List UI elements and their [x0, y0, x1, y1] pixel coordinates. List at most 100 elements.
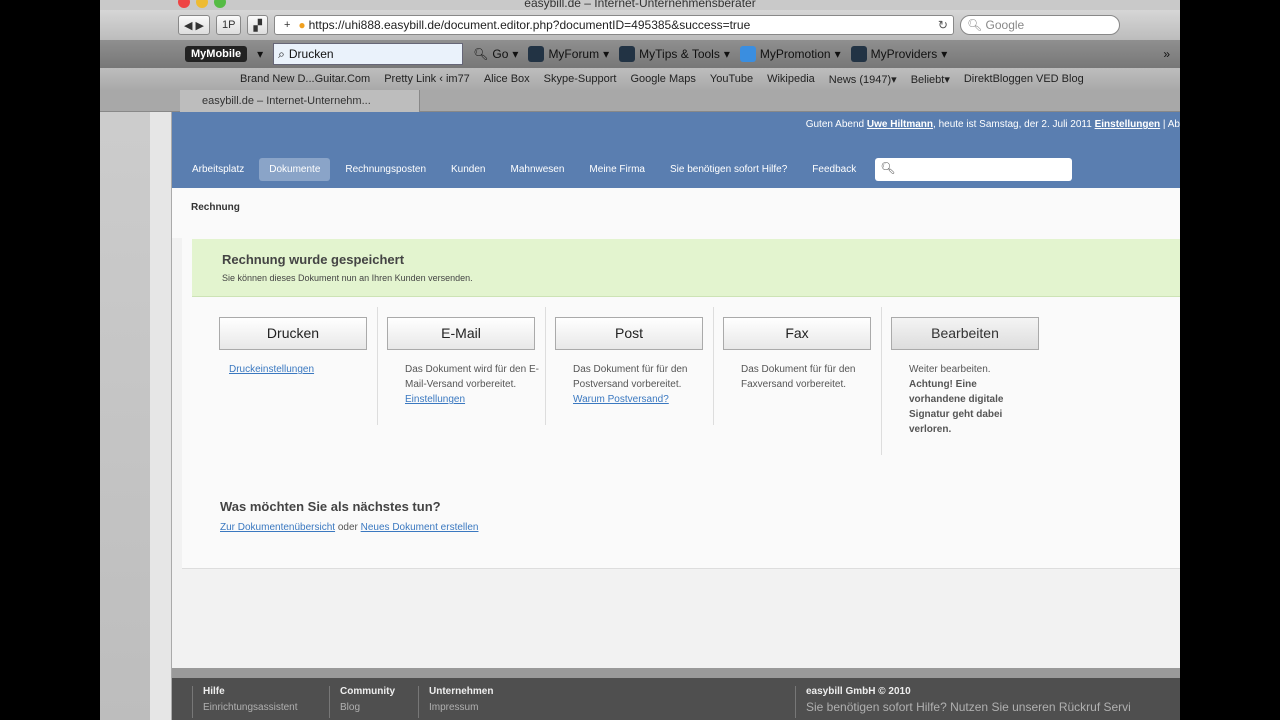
action-post: Post Das Dokument für für den Postversan… — [546, 307, 714, 425]
nav-mahnwesen[interactable]: Mahnwesen — [501, 158, 575, 181]
success-message: Rechnung wurde gespeichert Sie können di… — [192, 239, 1180, 297]
fax-description: Das Dokument für für den Faxversand vorb… — [741, 364, 856, 390]
footer-col-company: easybill GmbH © 2010 Sie benötigen sofort… — [795, 686, 1131, 718]
bookmark[interactable]: Beliebt▾ — [911, 73, 950, 86]
toolbar-search-input[interactable]: ⌕ Drucken — [273, 43, 464, 65]
action-email: E-Mail Das Dokument wird für den E-Mail-… — [378, 307, 546, 425]
label: MyProviders — [870, 47, 938, 61]
add-bookmark-icon[interactable]: + — [279, 16, 295, 34]
settings-link[interactable]: Einstellungen — [1095, 119, 1161, 130]
action-print: Drucken Druckeinstellungen — [192, 307, 378, 425]
site-search-input[interactable]: 🔍︎ — [875, 158, 1073, 181]
search-icon: 🔍︎ — [880, 161, 896, 175]
document-overview-link[interactable]: Zur Dokumentenübersicht — [220, 522, 335, 533]
bookmark[interactable]: Google Maps — [630, 73, 695, 85]
search-placeholder: Google — [985, 18, 1025, 32]
print-settings-link[interactable]: Druckeinstellungen — [229, 364, 314, 375]
go-button[interactable]: 🔍︎ Go ▾ — [473, 47, 518, 61]
toolbar-item-mypromotion[interactable]: MyPromotion ▾ — [739, 46, 841, 62]
search-icon: 🔍︎ — [966, 18, 983, 32]
nav-hilfe[interactable]: Sie benötigen sofort Hilfe? — [660, 158, 797, 181]
success-title: Rechnung wurde gespeichert — [222, 252, 405, 267]
email-settings-link[interactable]: Einstellungen — [405, 394, 465, 405]
bookmark[interactable]: News (1947)▾ — [829, 73, 897, 86]
post-button[interactable]: Post — [555, 317, 703, 350]
footer-title: Community — [340, 686, 395, 697]
chevron-down-icon[interactable]: ▾ — [257, 47, 263, 61]
mymobile-logo[interactable]: MyMobile — [185, 46, 248, 62]
more-icon[interactable]: » — [1163, 47, 1180, 61]
footer-title: Unternehmen — [429, 686, 494, 697]
screen: easybill.de – Internet-Unternehmensberat… — [100, 0, 1180, 720]
magnifier-icon: 🔍︎ — [473, 47, 489, 61]
why-post-link[interactable]: Warum Postversand? — [573, 394, 669, 405]
1password-button[interactable]: 1P — [216, 15, 242, 35]
nav-feedback[interactable]: Feedback — [802, 158, 866, 181]
forum-icon — [528, 46, 545, 62]
user-link[interactable]: Uwe Hiltmann — [867, 119, 933, 130]
tab-bar: easybill.de – Internet-Unternehm... — [100, 90, 1180, 112]
action-columns: Drucken Druckeinstellungen E-Mail Das Do… — [192, 307, 1049, 455]
window-titlebar: easybill.de – Internet-Unternehmensberat… — [100, 0, 1180, 10]
bookmark[interactable]: Alice Box — [484, 73, 530, 85]
nav-meine-firma[interactable]: Meine Firma — [579, 158, 655, 181]
addon-toolbar: MyMobile ▾ ⌕ Drucken 🔍︎ Go ▾ MyForum ▾ MyTi… — [100, 40, 1180, 68]
bookmark[interactable]: Pretty Link ‹ im77 — [384, 73, 470, 85]
tab-easybill[interactable]: easybill.de – Internet-Unternehm... — [180, 90, 420, 112]
tools-icon — [619, 46, 636, 62]
bookmark[interactable]: Brand New D...Guitar.Com — [240, 73, 370, 85]
footer-col-hilfe: Hilfe Einrichtungsassistent — [192, 686, 298, 718]
print-button[interactable]: Drucken — [219, 317, 367, 350]
toolbar-item-myproviders[interactable]: MyProviders ▾ — [850, 46, 947, 62]
forward-icon: ▶ — [195, 19, 204, 32]
toolbar-item-mytips[interactable]: MyTips & Tools ▾ — [619, 46, 730, 62]
main-nav: Arbeitsplatz Dokumente Rechnungsposten K… — [182, 158, 1073, 181]
logout-link[interactable]: | Ab — [1160, 119, 1180, 130]
email-button[interactable]: E-Mail — [387, 317, 535, 350]
address-bar[interactable]: + ● https://uhi888.easybill.de/document.… — [273, 15, 954, 35]
nav-arbeitsplatz[interactable]: Arbeitsplatz — [182, 158, 254, 181]
action-edit: Bearbeiten Weiter bearbeiten. Achtung! E… — [881, 307, 1049, 455]
nav-dokumente[interactable]: Dokumente — [259, 158, 331, 181]
fax-button[interactable]: Fax — [723, 317, 871, 350]
next-title: Was möchten Sie als nächstes tun? — [220, 499, 441, 514]
reload-icon[interactable]: ↻ — [938, 18, 953, 32]
url-text: https://uhi888.easybill.de/document.edit… — [308, 18, 751, 32]
footer-title: Hilfe — [203, 686, 225, 697]
site-header: Guten Abend Uwe Hiltmann, heute ist Sams… — [172, 112, 1180, 188]
window-title: easybill.de – Internet-Unternehmensberat… — [524, 0, 756, 10]
bookmarks-bar: Brand New D...Guitar.Com Pretty Link ‹ i… — [100, 68, 1180, 90]
sidebar-button[interactable]: ▞ — [247, 15, 268, 35]
label: MyForum — [548, 47, 600, 61]
toolbar-item-myforum[interactable]: MyForum ▾ — [528, 46, 609, 62]
browser-window: easybill.de – Internet-Unternehmensberat… — [100, 0, 1180, 720]
footer-link[interactable]: Einrichtungsassistent — [203, 701, 298, 714]
edit-button[interactable]: Bearbeiten — [891, 317, 1039, 350]
new-document-link[interactable]: Neues Dokument erstellen — [361, 522, 479, 533]
background-window — [150, 112, 172, 720]
bookmark[interactable]: Skype-Support — [544, 73, 617, 85]
google-search-input[interactable]: 🔍︎ Google — [959, 15, 1120, 35]
success-text: Sie können dieses Dokument nun an Ihren … — [222, 273, 473, 283]
close-button[interactable] — [178, 0, 190, 8]
footer-col-community: Community Blog — [329, 686, 395, 718]
edit-warning: Achtung! Eine vorhandene digitale Signat… — [909, 379, 1004, 435]
bookmark[interactable]: Wikipedia — [767, 73, 815, 85]
action-fax: Fax Das Dokument für für den Faxversand … — [714, 307, 882, 425]
minimize-button[interactable] — [196, 0, 208, 8]
bookmark[interactable]: DirektBloggen VED Blog — [964, 73, 1084, 85]
nav-kunden[interactable]: Kunden — [441, 158, 495, 181]
folder-icon — [739, 46, 756, 62]
post-description: Das Dokument für für den Postversand vor… — [573, 364, 688, 390]
zoom-button[interactable] — [214, 0, 226, 8]
footer-callback-text: Sie benötigen sofort Hilfe? Nutzen Sie u… — [806, 700, 1131, 714]
back-button[interactable]: ◀ ▶ — [178, 15, 210, 35]
next-steps: Was möchten Sie als nächstes tun? Zur Do… — [220, 499, 478, 533]
bookmark[interactable]: YouTube — [710, 73, 753, 85]
footer-title: easybill GmbH © 2010 — [806, 686, 911, 697]
search-icon: ⌕ — [278, 46, 285, 61]
go-label: Go — [492, 47, 509, 61]
footer-link[interactable]: Blog — [340, 701, 395, 714]
nav-rechnungsposten[interactable]: Rechnungsposten — [335, 158, 436, 181]
footer-link[interactable]: Impressum — [429, 701, 493, 714]
